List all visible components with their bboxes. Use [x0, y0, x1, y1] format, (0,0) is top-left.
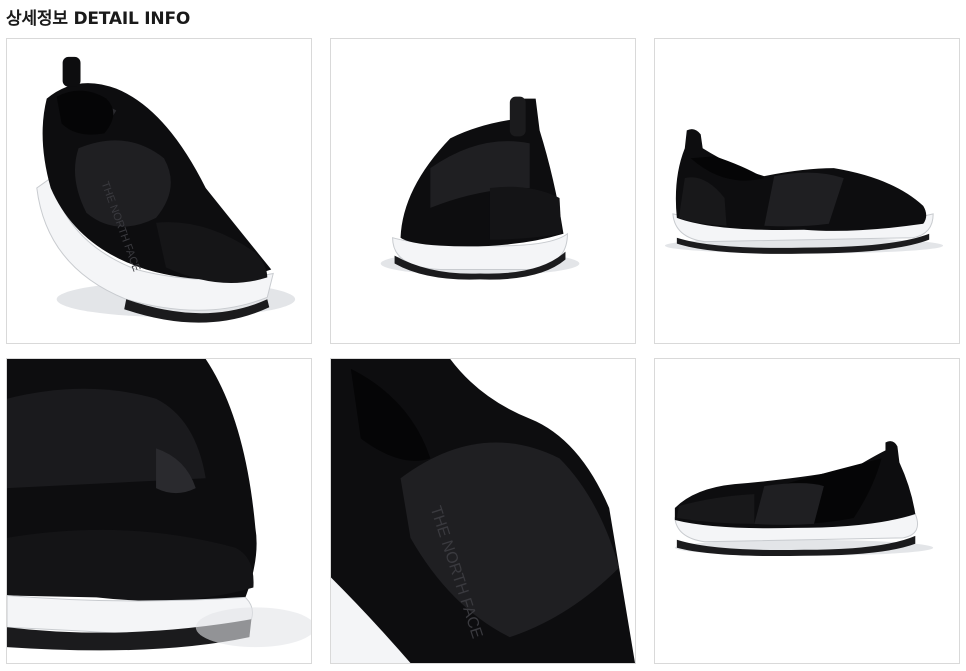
product-image-rear[interactable] [330, 38, 636, 344]
section-title: 상세정보 DETAIL INFO [6, 9, 191, 29]
shoe-side-alt-illustration [674, 441, 934, 557]
product-image-toe-closeup[interactable] [6, 358, 312, 664]
shoe-rear-illustration [380, 96, 580, 280]
shoe-strap-closeup-illustration: THE NORTH FACE [331, 359, 635, 663]
shoe-toe-closeup-illustration [7, 359, 311, 663]
product-image-side[interactable] [654, 38, 960, 344]
shoe-front-three-quarter-illustration: THE NORTH FACE [36, 56, 296, 323]
product-image-strap-closeup[interactable]: THE NORTH FACE [330, 358, 636, 664]
product-image-front-three-quarter[interactable]: THE NORTH FACE [6, 38, 312, 344]
product-image-side-alt[interactable] [654, 358, 960, 664]
shoe-side-illustration [664, 129, 944, 254]
